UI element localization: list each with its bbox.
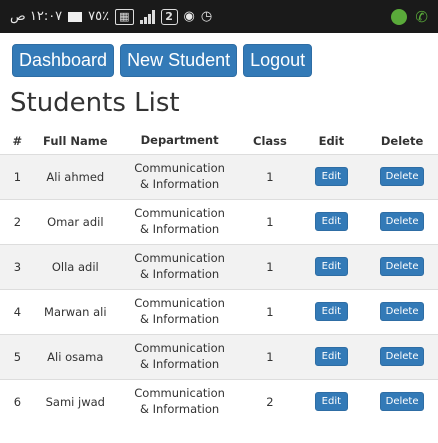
- department-line1: Communication: [134, 295, 225, 310]
- row-class: 1: [243, 243, 297, 289]
- row-full-name: Omar adil: [34, 198, 116, 244]
- table-row: 4 Marwan ali Communication & Information …: [0, 288, 438, 334]
- delete-button[interactable]: Delete: [379, 347, 425, 366]
- row-department: Communication & Information: [115, 288, 244, 334]
- row-delete-cell: Delete: [366, 378, 438, 424]
- edit-button[interactable]: Edit: [314, 257, 349, 276]
- row-class: 1: [243, 333, 297, 379]
- row-department: Communication & Information: [115, 378, 244, 424]
- row-num: 3: [0, 243, 35, 289]
- clock: ١٢:٠٧ ص: [10, 9, 63, 24]
- header-delete: Delete: [380, 133, 424, 148]
- row-num: 5: [0, 333, 35, 379]
- table-row: 6 Sami jwad Communication & Information 2…: [0, 378, 438, 424]
- department-line2: & Information: [139, 176, 220, 191]
- row-department: Communication & Information: [115, 153, 244, 199]
- row-num: 4: [0, 288, 35, 334]
- department-line2: & Information: [139, 221, 220, 236]
- department-line1: Communication: [134, 160, 225, 175]
- new-student-button[interactable]: New Student: [120, 44, 238, 77]
- row-class: 1: [243, 288, 297, 334]
- row-delete-cell: Delete: [366, 153, 438, 199]
- delete-button[interactable]: Delete: [379, 392, 425, 412]
- page-title: Students List: [10, 88, 180, 118]
- row-full-name: Marwan ali: [34, 288, 116, 334]
- table-row: 3 Olla adil Communication & Information 1…: [0, 243, 438, 289]
- row-delete-cell: Delete: [366, 198, 438, 244]
- row-full-name: Olla adil: [34, 243, 116, 289]
- row-class: 2: [243, 378, 297, 424]
- row-department: Communication & Information: [115, 243, 244, 289]
- network-badge: 2: [160, 8, 178, 25]
- row-delete-cell: Delete: [366, 288, 438, 334]
- table-row: 1 Ali ahmed Communication & Information 1…: [0, 153, 438, 199]
- wifi-icon: ◉: [183, 9, 195, 24]
- row-full-name: Ali osama: [34, 333, 116, 379]
- row-edit-cell: Edit: [296, 198, 367, 244]
- header-class: Class: [253, 133, 287, 148]
- dashboard-button[interactable]: Dashboard: [12, 44, 115, 77]
- department-line2: & Information: [139, 401, 220, 416]
- nav-bar: Dashboard New Student Logout: [12, 44, 313, 77]
- row-delete-cell: Delete: [366, 333, 438, 379]
- edit-button[interactable]: Edit: [314, 392, 349, 412]
- row-edit-cell: Edit: [296, 243, 367, 289]
- delete-button[interactable]: Delete: [379, 302, 425, 321]
- department-line2: & Information: [139, 266, 220, 281]
- row-num: 1: [0, 153, 35, 199]
- signal-icon: [139, 9, 155, 24]
- image-notification-icon: ▦: [115, 8, 134, 25]
- status-bar-left: ١٢:٠٧ ص ٧٥٪ ▦ 2 ◉ ◷: [10, 8, 213, 25]
- phone-icon: ✆: [415, 7, 428, 26]
- department-line2: & Information: [139, 311, 220, 326]
- header-department: Department: [140, 132, 219, 147]
- department-line1: Communication: [134, 340, 225, 355]
- row-edit-cell: Edit: [296, 378, 367, 424]
- header-num: #: [12, 133, 23, 148]
- app-notification-icon: [391, 8, 408, 25]
- row-full-name: Sami jwad: [34, 378, 116, 424]
- table-row: 5 Ali osama Communication & Information 1…: [0, 333, 438, 379]
- department-line1: Communication: [134, 386, 225, 401]
- row-edit-cell: Edit: [296, 288, 367, 334]
- students-table: # Full Name Department Class Edit Delete…: [0, 128, 438, 424]
- department-line1: Communication: [134, 250, 225, 265]
- delete-button[interactable]: Delete: [379, 167, 425, 186]
- battery-icon: [68, 11, 83, 22]
- row-delete-cell: Delete: [366, 243, 438, 289]
- edit-button[interactable]: Edit: [314, 212, 349, 231]
- edit-button[interactable]: Edit: [314, 347, 349, 366]
- edit-button[interactable]: Edit: [314, 302, 349, 321]
- delete-button[interactable]: Delete: [379, 257, 425, 276]
- edit-button[interactable]: Edit: [314, 167, 349, 186]
- row-edit-cell: Edit: [296, 333, 367, 379]
- row-class: 1: [243, 153, 297, 199]
- department-line1: Communication: [134, 205, 225, 220]
- delete-button[interactable]: Delete: [379, 212, 425, 231]
- row-num: 2: [0, 198, 35, 244]
- table-row: 2 Omar adil Communication & Information 1…: [0, 198, 438, 244]
- header-edit: Edit: [318, 133, 345, 148]
- row-class: 1: [243, 198, 297, 244]
- row-num: 6: [0, 378, 35, 424]
- status-bar-right: ✆: [391, 8, 428, 26]
- battery-percent: ٧٥٪: [88, 9, 110, 24]
- department-line2: & Information: [139, 356, 220, 371]
- row-edit-cell: Edit: [296, 153, 367, 199]
- logout-button[interactable]: Logout: [243, 44, 313, 77]
- header-full-name: Full Name: [43, 133, 108, 148]
- status-bar: ١٢:٠٧ ص ٧٥٪ ▦ 2 ◉ ◷ ✆: [0, 0, 438, 33]
- table-header-row: # Full Name Department Class Edit Delete: [0, 128, 438, 154]
- alarm-icon: ◷: [200, 9, 213, 24]
- row-full-name: Ali ahmed: [34, 153, 116, 199]
- row-department: Communication & Information: [115, 333, 244, 379]
- row-department: Communication & Information: [115, 198, 244, 244]
